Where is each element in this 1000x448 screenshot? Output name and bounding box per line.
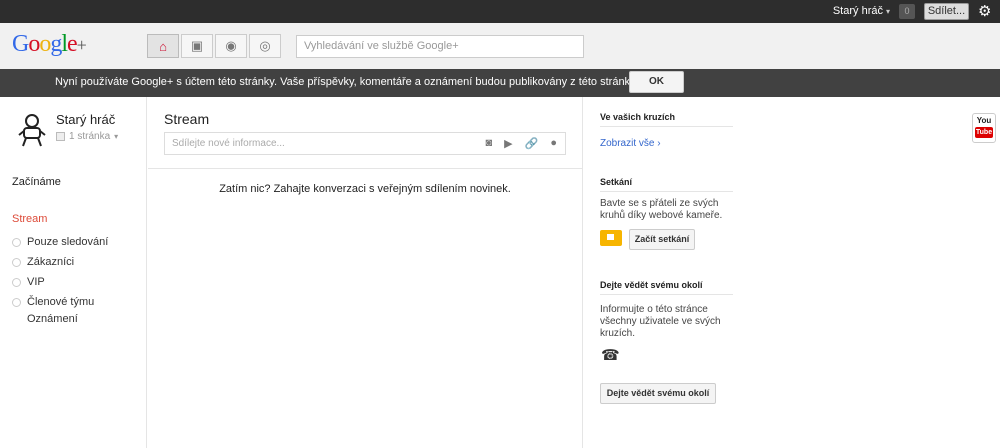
circles-section-title: Ve vašich kruzích <box>600 112 676 122</box>
home-icon[interactable]: ⌂ <box>147 34 179 58</box>
share-button[interactable]: Sdílet... <box>924 3 969 20</box>
promote-text: Informujte o této stránce všechny uživat… <box>600 304 721 339</box>
ok-button[interactable]: OK <box>629 71 684 93</box>
divider <box>600 191 733 192</box>
circles-icon[interactable]: ◎ <box>249 34 281 58</box>
page-icon <box>56 132 65 141</box>
sidebar-item-circle[interactable]: Zákazníci <box>12 252 108 272</box>
location-icon[interactable]: ● <box>550 137 557 150</box>
gear-icon[interactable]: ⚙ <box>978 2 991 20</box>
camera-icon[interactable]: ◙ <box>486 137 493 150</box>
page-switcher[interactable]: 1 stránka ▾ <box>56 131 118 142</box>
sidebar-item-getting-started[interactable]: Začínáme <box>12 176 61 188</box>
hangout-icon <box>600 230 622 246</box>
page-identity-banner: Nyní používáte Google+ s účtem této strá… <box>0 69 1000 97</box>
account-name: Starý hráč <box>832 5 883 17</box>
sidebar-item-circle[interactable]: Pouze sledování <box>12 232 108 252</box>
page-count: 1 stránka <box>69 131 111 142</box>
photos-icon[interactable]: ▣ <box>181 34 213 58</box>
header: Google+ ⌂ ▣ ◉ ◎ Vyhledávání ve službě Go… <box>0 23 1000 69</box>
chevron-down-icon: ▾ <box>114 132 119 141</box>
sidebar-item-circle[interactable]: Členové týmu <box>12 292 108 312</box>
left-sidebar: Starý hráč 1 stránka ▾ Začínáme Stream Po… <box>0 97 147 448</box>
circle-list: Pouze sledování Zákazníci VIP Členové tý… <box>12 232 108 312</box>
share-input[interactable]: Sdílejte nové informace... <box>172 138 285 149</box>
profile-name[interactable]: Starý hráč <box>56 112 115 127</box>
hangout-section-title: Setkání <box>600 177 633 187</box>
sidebar-item-stream[interactable]: Stream <box>12 213 47 225</box>
video-icon[interactable]: ▶ <box>504 137 512 150</box>
search-input[interactable]: Vyhledávání ve službě Google+ <box>296 35 584 58</box>
sidebar-item-circle[interactable]: VIP <box>12 272 108 292</box>
promote-section-title: Dejte vědět svému okolí <box>600 280 703 290</box>
circle-icon <box>12 237 21 247</box>
divider <box>148 168 582 169</box>
page-title: Stream <box>164 111 210 127</box>
broadcast-icon: ☎ <box>601 347 620 364</box>
profile-icon[interactable]: ◉ <box>215 34 247 58</box>
notifications-count[interactable]: 0 <box>899 4 915 19</box>
chevron-down-icon: ▾ <box>885 7 890 16</box>
link-icon[interactable]: 🔗 <box>525 137 539 150</box>
youtube-label-bottom: Tube <box>975 127 993 138</box>
divider <box>600 294 733 295</box>
youtube-icon[interactable]: You Tube <box>972 113 996 143</box>
sidebar-item-notifications[interactable]: Oznámení <box>27 313 78 325</box>
circle-icon <box>12 257 21 267</box>
account-switcher[interactable]: Starý hráč ▾ <box>833 5 890 17</box>
stream-column: Stream Sdílejte nové informace... ◙ ▶ 🔗 … <box>148 97 582 448</box>
hangout-text: Bavte se s přáteli ze svých kruhů díky w… <box>600 198 723 221</box>
circle-icon <box>12 277 21 287</box>
top-bar: Starý hráč ▾ 0 Sdílet... ⚙ <box>0 0 1000 23</box>
main-nav: ⌂ ▣ ◉ ◎ <box>147 34 283 58</box>
divider <box>600 126 733 127</box>
empty-stream-message: Zatím nic? Zahajte konverzaci s veřejným… <box>219 183 511 195</box>
share-tools: ◙ ▶ 🔗 ● <box>486 137 557 150</box>
right-sidebar: Ve vašich kruzích Zobrazit vše › Setkání… <box>582 97 750 448</box>
banner-message: Nyní používáte Google+ s účtem této strá… <box>55 76 638 88</box>
start-hangout-button[interactable]: Začít setkání <box>629 229 695 250</box>
promote-button[interactable]: Dejte vědět svému okolí <box>600 383 716 404</box>
share-box[interactable]: Sdílejte nové informace... ◙ ▶ 🔗 ● <box>164 132 566 155</box>
show-all-link[interactable]: Zobrazit vše › <box>600 138 661 149</box>
avatar[interactable] <box>18 113 46 147</box>
google-plus-logo[interactable]: Google+ <box>12 31 87 58</box>
circle-icon <box>12 297 21 307</box>
youtube-label-top: You <box>976 116 992 125</box>
